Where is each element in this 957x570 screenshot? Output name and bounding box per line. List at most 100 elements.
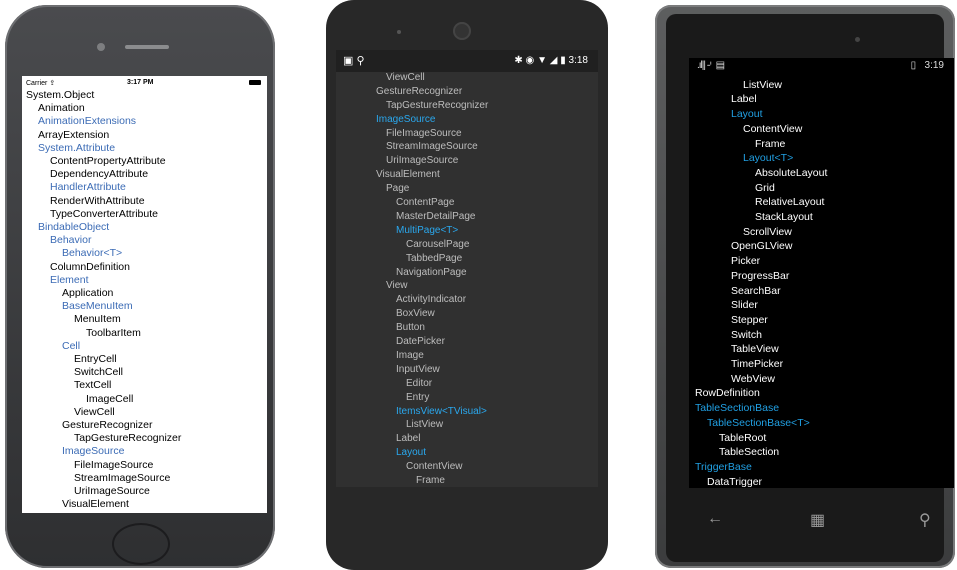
list-item[interactable]: ContentPage bbox=[336, 195, 454, 210]
list-item[interactable]: System.Attribute bbox=[22, 142, 115, 155]
list-item[interactable]: TableSectionBase<T> bbox=[689, 416, 810, 431]
list-item[interactable]: Grid bbox=[689, 181, 775, 196]
signal-icon: ◢ bbox=[549, 55, 558, 66]
list-item[interactable]: Label bbox=[689, 92, 757, 107]
list-item[interactable]: Layout bbox=[689, 107, 763, 122]
list-item[interactable]: SearchBar bbox=[689, 284, 781, 299]
list-item[interactable]: MultiPage<T> bbox=[336, 223, 458, 238]
list-item[interactable]: ViewCell bbox=[22, 406, 115, 419]
list-item[interactable]: NavigationPage bbox=[336, 265, 467, 280]
list-item[interactable]: BindableObject bbox=[22, 221, 109, 234]
list-item[interactable]: GestureRecognizer bbox=[336, 84, 462, 99]
back-arrow-icon[interactable]: ← bbox=[707, 510, 723, 528]
list-item[interactable]: MenuItem bbox=[22, 313, 121, 326]
list-item[interactable]: Layout<T> bbox=[689, 151, 793, 166]
list-item[interactable]: ListView bbox=[689, 78, 782, 93]
list-item[interactable]: TableSectionBase bbox=[689, 401, 779, 416]
home-button[interactable] bbox=[112, 523, 170, 565]
list-item[interactable]: RenderWithAttribute bbox=[22, 195, 145, 208]
list-item[interactable]: Application bbox=[22, 287, 113, 300]
list-item[interactable]: Behavior<T> bbox=[22, 247, 122, 260]
list-item[interactable]: TabbedPage bbox=[336, 251, 462, 266]
list-item[interactable]: VisualElement bbox=[336, 167, 440, 182]
list-item[interactable]: TextCell bbox=[22, 379, 111, 392]
list-item[interactable]: InputView bbox=[336, 362, 440, 377]
list-item[interactable]: DatePicker bbox=[336, 334, 445, 349]
list-item[interactable]: Element bbox=[22, 274, 89, 287]
list-item[interactable]: View bbox=[336, 278, 408, 293]
list-item[interactable]: StackLayout bbox=[689, 210, 813, 225]
front-camera bbox=[453, 22, 471, 40]
list-item[interactable]: DependencyAttribute bbox=[22, 168, 148, 181]
list-item[interactable]: ActivityIndicator bbox=[336, 292, 466, 307]
list-item[interactable]: ArrayExtension bbox=[22, 129, 109, 142]
battery-icon: ▮ bbox=[560, 55, 566, 66]
list-item[interactable]: OpenGLView bbox=[689, 239, 792, 254]
list-item[interactable]: AnimationExtensions bbox=[22, 115, 136, 128]
list-item[interactable]: Button bbox=[336, 320, 425, 335]
list-item[interactable]: Page bbox=[336, 181, 409, 196]
list-item[interactable]: CarouselPage bbox=[336, 237, 469, 252]
list-item[interactable]: ImageSource bbox=[22, 445, 124, 458]
list-item[interactable]: ListView bbox=[336, 417, 443, 432]
list-item[interactable]: VisualElement bbox=[22, 498, 129, 511]
list-item[interactable]: System.Object bbox=[22, 89, 94, 102]
list-item[interactable]: Cell bbox=[22, 340, 80, 353]
list-item[interactable]: Slider bbox=[689, 298, 758, 313]
list-item[interactable]: ImageSource bbox=[336, 112, 435, 127]
list-item[interactable]: UriImageSource bbox=[22, 485, 150, 498]
list-item[interactable]: Editor bbox=[336, 376, 432, 391]
list-item[interactable]: BaseMenuItem bbox=[22, 300, 133, 313]
list-item[interactable]: Switch bbox=[689, 328, 762, 343]
list-item[interactable]: ToolbarItem bbox=[22, 327, 141, 340]
list-item[interactable]: ViewCell bbox=[336, 70, 425, 85]
list-item[interactable]: TapGestureRecognizer bbox=[22, 432, 181, 445]
list-item[interactable]: Animation bbox=[22, 102, 85, 115]
list-item[interactable]: BoxView bbox=[336, 306, 435, 321]
list-item[interactable]: UriImageSource bbox=[336, 153, 458, 168]
wp-status-bar: .ıl|| ⌏ ▤ ▯ 3:19 bbox=[689, 58, 954, 74]
list-item[interactable]: StreamImageSource bbox=[336, 139, 478, 154]
list-item[interactable]: Behavior bbox=[22, 234, 91, 247]
list-item[interactable]: RelativeLayout bbox=[689, 195, 824, 210]
list-item[interactable]: GestureRecognizer bbox=[22, 419, 152, 432]
list-item[interactable]: ItemsView<TVisual> bbox=[336, 404, 487, 419]
list-item[interactable]: TypeConverterAttribute bbox=[22, 208, 158, 221]
list-item[interactable]: ContentView bbox=[336, 459, 463, 474]
list-item[interactable]: ScrollView bbox=[689, 225, 792, 240]
list-item[interactable]: TableView bbox=[689, 342, 779, 357]
list-item[interactable]: Entry bbox=[336, 390, 429, 405]
list-item[interactable]: Frame bbox=[336, 473, 445, 487]
list-item[interactable]: TapGestureRecognizer bbox=[336, 98, 488, 113]
list-item[interactable]: RowDefinition bbox=[689, 386, 760, 401]
list-item[interactable]: TableRoot bbox=[689, 431, 766, 446]
bluetooth-icon: ✱ bbox=[514, 55, 523, 66]
list-item[interactable]: HandlerAttribute bbox=[22, 181, 126, 194]
list-item[interactable]: ProgressBar bbox=[689, 269, 789, 284]
list-item[interactable]: WebView bbox=[689, 372, 775, 387]
list-item[interactable]: TriggerBase bbox=[689, 460, 752, 475]
list-item[interactable]: FileImageSource bbox=[22, 459, 153, 472]
list-item[interactable]: TimePicker bbox=[689, 357, 783, 372]
list-item[interactable]: Frame bbox=[689, 137, 785, 152]
list-item[interactable]: Picker bbox=[689, 254, 760, 269]
list-item[interactable]: MasterDetailPage bbox=[336, 209, 475, 224]
list-item[interactable]: Image bbox=[336, 348, 424, 363]
list-item[interactable]: Label bbox=[336, 431, 420, 446]
list-item[interactable]: DataTrigger bbox=[689, 475, 762, 488]
list-item[interactable]: Layout bbox=[336, 445, 426, 460]
list-item[interactable]: AbsoluteLayout bbox=[689, 166, 827, 181]
list-item[interactable]: SwitchCell bbox=[22, 366, 123, 379]
list-item[interactable]: ImageCell bbox=[22, 393, 133, 406]
list-item[interactable]: ContentPropertyAttribute bbox=[22, 155, 166, 168]
list-item[interactable]: EntryCell bbox=[22, 353, 117, 366]
list-item[interactable]: TableSection bbox=[689, 445, 779, 460]
list-item[interactable]: FileImageSource bbox=[336, 126, 462, 141]
status-time: 3:17 PM bbox=[127, 79, 154, 86]
list-item[interactable]: Stepper bbox=[689, 313, 768, 328]
search-icon[interactable]: ⚲ bbox=[919, 510, 931, 530]
windows-logo-icon[interactable]: ▦ bbox=[810, 510, 825, 530]
list-item[interactable]: ContentView bbox=[689, 122, 802, 137]
list-item[interactable]: ColumnDefinition bbox=[22, 261, 130, 274]
list-item[interactable]: StreamImageSource bbox=[22, 472, 170, 485]
